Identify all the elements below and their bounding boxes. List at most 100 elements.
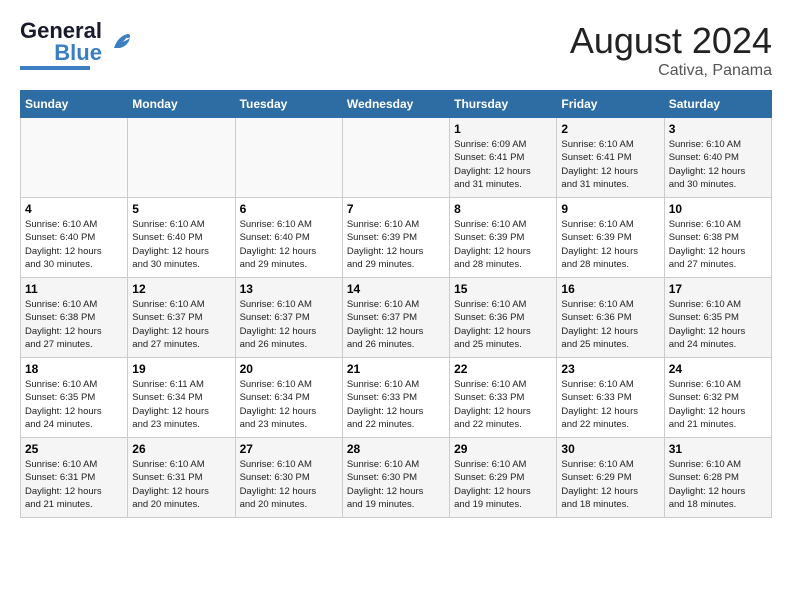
calendar-header-row: SundayMondayTuesdayWednesdayThursdayFrid… (21, 91, 772, 118)
day-info: Sunrise: 6:10 AM Sunset: 6:40 PM Dayligh… (240, 218, 338, 271)
day-info: Sunrise: 6:10 AM Sunset: 6:41 PM Dayligh… (561, 138, 659, 191)
day-number: 21 (347, 362, 445, 376)
calendar-cell: 7 Sunrise: 6:10 AM Sunset: 6:39 PM Daylig… (342, 198, 449, 278)
day-header-wednesday: Wednesday (342, 91, 449, 118)
day-number: 15 (454, 282, 552, 296)
calendar-cell: 25 Sunrise: 6:10 AM Sunset: 6:31 PM Dayli… (21, 438, 128, 518)
day-number: 7 (347, 202, 445, 216)
day-info: Sunrise: 6:10 AM Sunset: 6:40 PM Dayligh… (669, 138, 767, 191)
day-number: 1 (454, 122, 552, 136)
logo-text-blue: Blue (54, 42, 102, 64)
day-info: Sunrise: 6:10 AM Sunset: 6:33 PM Dayligh… (347, 378, 445, 431)
day-number: 9 (561, 202, 659, 216)
day-number: 4 (25, 202, 123, 216)
calendar-table: SundayMondayTuesdayWednesdayThursdayFrid… (20, 90, 772, 518)
day-info: Sunrise: 6:10 AM Sunset: 6:33 PM Dayligh… (561, 378, 659, 431)
day-info: Sunrise: 6:10 AM Sunset: 6:28 PM Dayligh… (669, 458, 767, 511)
day-info: Sunrise: 6:10 AM Sunset: 6:29 PM Dayligh… (454, 458, 552, 511)
calendar-cell: 12 Sunrise: 6:10 AM Sunset: 6:37 PM Dayli… (128, 278, 235, 358)
day-info: Sunrise: 6:10 AM Sunset: 6:31 PM Dayligh… (25, 458, 123, 511)
calendar-cell: 9 Sunrise: 6:10 AM Sunset: 6:39 PM Daylig… (557, 198, 664, 278)
calendar-cell: 21 Sunrise: 6:10 AM Sunset: 6:33 PM Dayli… (342, 358, 449, 438)
day-number: 5 (132, 202, 230, 216)
day-number: 25 (25, 442, 123, 456)
calendar-cell: 19 Sunrise: 6:11 AM Sunset: 6:34 PM Dayli… (128, 358, 235, 438)
calendar-cell: 2 Sunrise: 6:10 AM Sunset: 6:41 PM Daylig… (557, 118, 664, 198)
day-info: Sunrise: 6:10 AM Sunset: 6:36 PM Dayligh… (561, 298, 659, 351)
day-number: 3 (669, 122, 767, 136)
day-number: 31 (669, 442, 767, 456)
logo-bird-icon (108, 28, 136, 56)
day-header-sunday: Sunday (21, 91, 128, 118)
day-number: 6 (240, 202, 338, 216)
calendar-cell: 26 Sunrise: 6:10 AM Sunset: 6:31 PM Dayli… (128, 438, 235, 518)
day-info: Sunrise: 6:10 AM Sunset: 6:36 PM Dayligh… (454, 298, 552, 351)
calendar-cell: 18Sunrise: 6:10 AM Sunset: 6:35 PM Dayli… (21, 358, 128, 438)
day-header-friday: Friday (557, 91, 664, 118)
calendar-cell: 31 Sunrise: 6:10 AM Sunset: 6:28 PM Dayli… (664, 438, 771, 518)
day-number: 26 (132, 442, 230, 456)
day-number: 12 (132, 282, 230, 296)
day-number: 27 (240, 442, 338, 456)
calendar-cell: 16 Sunrise: 6:10 AM Sunset: 6:36 PM Dayli… (557, 278, 664, 358)
day-info: Sunrise: 6:10 AM Sunset: 6:37 PM Dayligh… (240, 298, 338, 351)
logo: General Blue (20, 20, 136, 70)
calendar-cell: 8 Sunrise: 6:10 AM Sunset: 6:39 PM Daylig… (450, 198, 557, 278)
day-number: 14 (347, 282, 445, 296)
day-number: 8 (454, 202, 552, 216)
calendar-cell: 30 Sunrise: 6:10 AM Sunset: 6:29 PM Dayli… (557, 438, 664, 518)
calendar-cell: 20Sunrise: 6:10 AM Sunset: 6:34 PM Dayli… (235, 358, 342, 438)
day-info: Sunrise: 6:10 AM Sunset: 6:37 PM Dayligh… (132, 298, 230, 351)
calendar-cell: 27 Sunrise: 6:10 AM Sunset: 6:30 PM Dayli… (235, 438, 342, 518)
week-row-5: 25 Sunrise: 6:10 AM Sunset: 6:31 PM Dayli… (21, 438, 772, 518)
day-number: 16 (561, 282, 659, 296)
logo-text-general: General (20, 20, 102, 42)
day-info: Sunrise: 6:10 AM Sunset: 6:37 PM Dayligh… (347, 298, 445, 351)
day-number: 2 (561, 122, 659, 136)
day-number: 10 (669, 202, 767, 216)
day-number: 30 (561, 442, 659, 456)
week-row-2: 4 Sunrise: 6:10 AM Sunset: 6:40 PM Daylig… (21, 198, 772, 278)
day-header-saturday: Saturday (664, 91, 771, 118)
day-info: Sunrise: 6:10 AM Sunset: 6:31 PM Dayligh… (132, 458, 230, 511)
calendar-subtitle: Cativa, Panama (570, 62, 772, 80)
day-info: Sunrise: 6:10 AM Sunset: 6:38 PM Dayligh… (669, 218, 767, 271)
day-info: Sunrise: 6:11 AM Sunset: 6:34 PM Dayligh… (132, 378, 230, 431)
calendar-cell: 14 Sunrise: 6:10 AM Sunset: 6:37 PM Dayli… (342, 278, 449, 358)
day-number: 17 (669, 282, 767, 296)
day-number: 11 (25, 282, 123, 296)
calendar-cell: 22Sunrise: 6:10 AM Sunset: 6:33 PM Dayli… (450, 358, 557, 438)
day-header-tuesday: Tuesday (235, 91, 342, 118)
week-row-1: 1Sunrise: 6:09 AM Sunset: 6:41 PM Daylig… (21, 118, 772, 198)
calendar-cell (128, 118, 235, 198)
title-area: August 2024 Cativa, Panama (570, 20, 772, 80)
day-info: Sunrise: 6:10 AM Sunset: 6:39 PM Dayligh… (561, 218, 659, 271)
day-info: Sunrise: 6:10 AM Sunset: 6:29 PM Dayligh… (561, 458, 659, 511)
day-info: Sunrise: 6:10 AM Sunset: 6:38 PM Dayligh… (25, 298, 123, 351)
week-row-3: 11 Sunrise: 6:10 AM Sunset: 6:38 PM Dayli… (21, 278, 772, 358)
day-info: Sunrise: 6:10 AM Sunset: 6:39 PM Dayligh… (347, 218, 445, 271)
calendar-title: August 2024 (570, 20, 772, 62)
day-number: 22 (454, 362, 552, 376)
day-number: 18 (25, 362, 123, 376)
calendar-cell: 3 Sunrise: 6:10 AM Sunset: 6:40 PM Daylig… (664, 118, 771, 198)
calendar-cell (342, 118, 449, 198)
day-header-monday: Monday (128, 91, 235, 118)
week-row-4: 18Sunrise: 6:10 AM Sunset: 6:35 PM Dayli… (21, 358, 772, 438)
day-number: 29 (454, 442, 552, 456)
calendar-cell: 23 Sunrise: 6:10 AM Sunset: 6:33 PM Dayli… (557, 358, 664, 438)
logo-underline (20, 66, 90, 70)
day-number: 13 (240, 282, 338, 296)
calendar-cell (21, 118, 128, 198)
page-header: General Blue August 2024 Cativa, Panama (20, 20, 772, 80)
day-number: 23 (561, 362, 659, 376)
day-info: Sunrise: 6:10 AM Sunset: 6:30 PM Dayligh… (240, 458, 338, 511)
calendar-cell: 10 Sunrise: 6:10 AM Sunset: 6:38 PM Dayli… (664, 198, 771, 278)
calendar-cell: 5Sunrise: 6:10 AM Sunset: 6:40 PM Daylig… (128, 198, 235, 278)
day-number: 24 (669, 362, 767, 376)
calendar-cell: 17Sunrise: 6:10 AM Sunset: 6:35 PM Dayli… (664, 278, 771, 358)
calendar-cell: 15 Sunrise: 6:10 AM Sunset: 6:36 PM Dayli… (450, 278, 557, 358)
calendar-cell: 13 Sunrise: 6:10 AM Sunset: 6:37 PM Dayli… (235, 278, 342, 358)
day-info: Sunrise: 6:10 AM Sunset: 6:39 PM Dayligh… (454, 218, 552, 271)
day-number: 19 (132, 362, 230, 376)
